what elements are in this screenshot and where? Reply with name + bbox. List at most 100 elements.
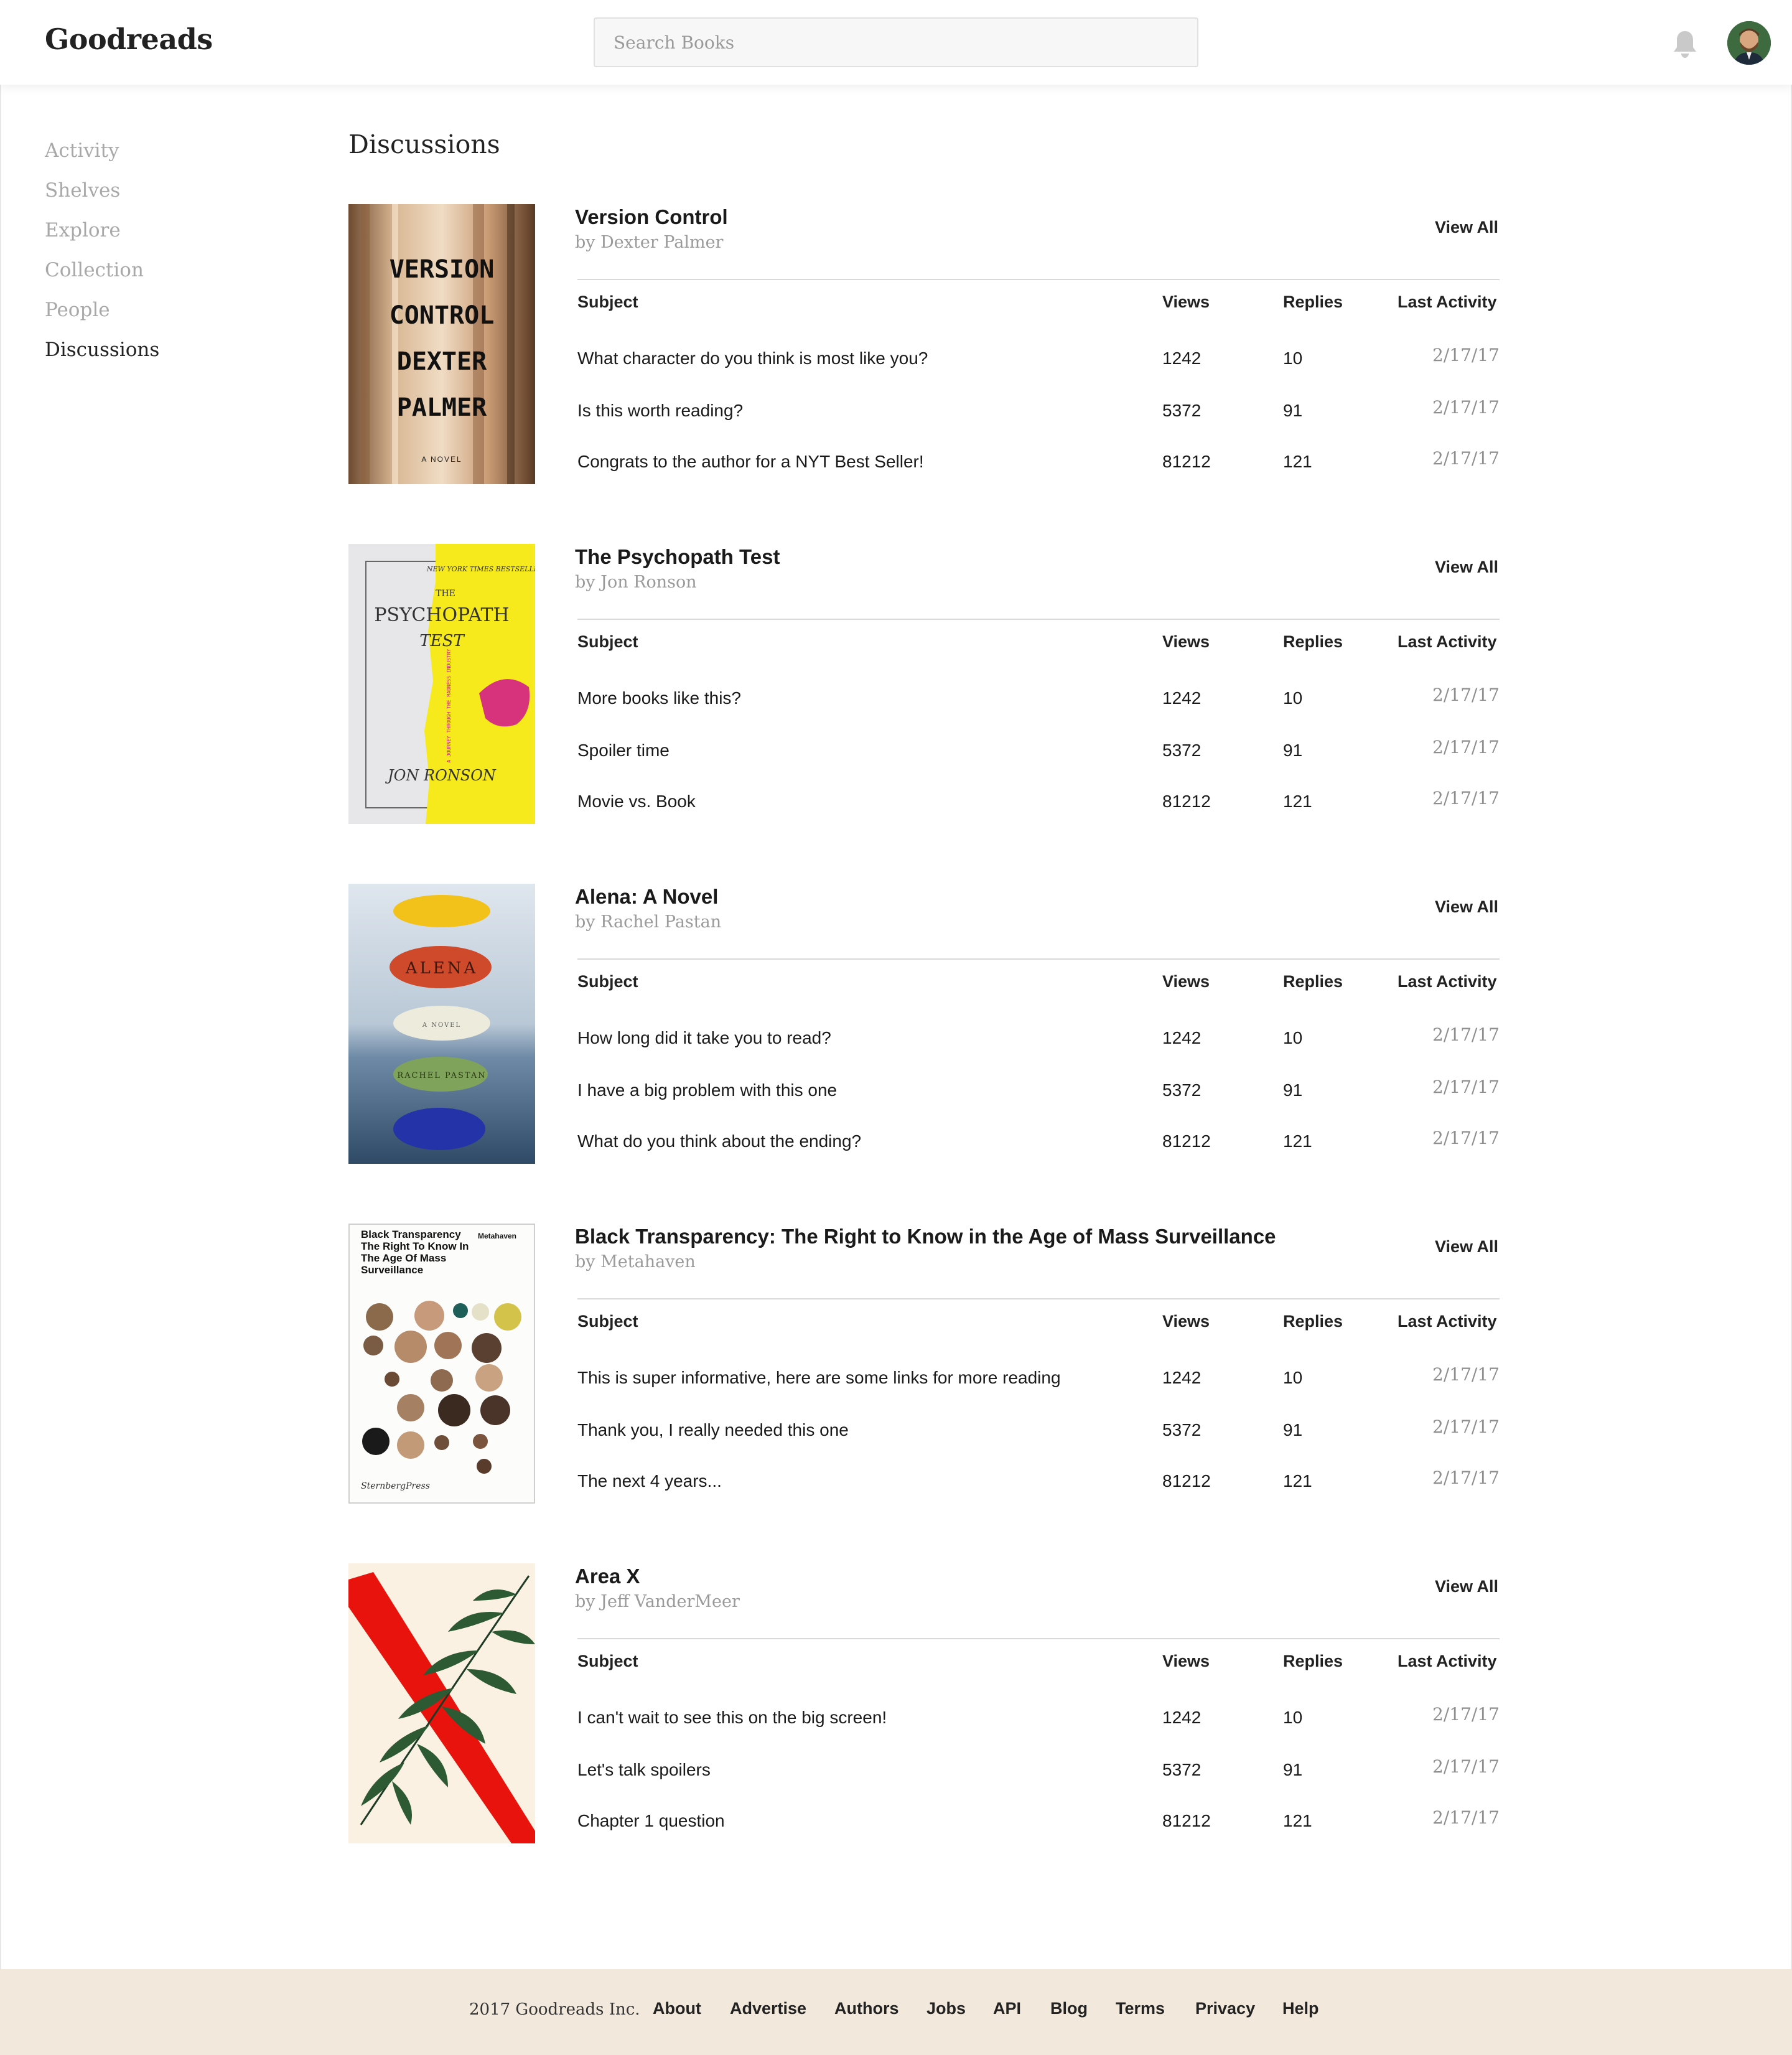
cover-text: RACHEL PASTAN xyxy=(397,1071,486,1080)
thread-subject[interactable]: This is super informative, here are some… xyxy=(577,1368,1061,1388)
book-cover[interactable] xyxy=(348,1563,535,1843)
thread-views: 81212 xyxy=(1162,1131,1211,1151)
thread-subject[interactable]: The next 4 years... xyxy=(577,1471,722,1491)
footer-link-about[interactable]: About xyxy=(653,1999,701,2018)
sidebar-item-people[interactable]: People xyxy=(45,295,159,335)
thread-replies: 121 xyxy=(1283,452,1312,471)
column-header-last-activity: Last Activity xyxy=(1398,293,1497,311)
thread-replies: 10 xyxy=(1283,1028,1303,1047)
footer-link-advertise[interactable]: Advertise xyxy=(730,1999,806,2018)
thread-subject[interactable]: What do you think about the ending? xyxy=(577,1131,861,1151)
thread-subject[interactable]: Thank you, I really needed this one xyxy=(577,1420,849,1440)
cover-text: Black Transparency The Right To Know In … xyxy=(361,1229,469,1276)
view-all-link[interactable]: View All xyxy=(1435,218,1498,237)
footer-link-jobs[interactable]: Jobs xyxy=(926,1999,966,2018)
thread-replies: 91 xyxy=(1283,741,1303,760)
thread-views: 5372 xyxy=(1162,1080,1202,1100)
book-author[interactable]: by Jeff VanderMeer xyxy=(575,1592,740,1611)
thread-subject[interactable]: Is this worth reading? xyxy=(577,401,743,421)
thread-last-activity: 2/17/17 xyxy=(1432,397,1500,418)
thread-replies: 91 xyxy=(1283,1420,1303,1439)
book-title[interactable]: Alena: A Novel xyxy=(575,885,718,909)
sidebar-item-shelves[interactable]: Shelves xyxy=(45,176,159,215)
column-header-subject: Subject xyxy=(577,972,638,991)
thread-replies: 91 xyxy=(1283,1760,1303,1779)
view-all-link[interactable]: View All xyxy=(1435,897,1498,917)
column-header-replies: Replies xyxy=(1283,1652,1343,1670)
footer-link-authors[interactable]: Authors xyxy=(834,1999,899,2018)
footer-link-api[interactable]: API xyxy=(993,1999,1021,2018)
cover-text: NEW YORK TIMES BESTSELLER xyxy=(426,565,535,573)
cover-text: JON RONSON xyxy=(385,767,497,784)
thread-last-activity: 2/17/17 xyxy=(1432,345,1500,365)
thread-replies: 91 xyxy=(1283,1080,1303,1100)
footer-link-blog[interactable]: Blog xyxy=(1050,1999,1088,2018)
thread-views: 5372 xyxy=(1162,741,1202,760)
thread-subject[interactable]: How long did it take you to read? xyxy=(577,1028,831,1048)
thread-last-activity: 2/17/17 xyxy=(1432,1807,1500,1828)
thread-last-activity: 2/17/17 xyxy=(1432,1704,1500,1725)
sidebar-item-activity[interactable]: Activity xyxy=(45,136,159,176)
footer-link-help[interactable]: Help xyxy=(1282,1999,1319,2018)
column-header-views: Views xyxy=(1162,293,1210,311)
column-header-replies: Replies xyxy=(1283,632,1343,651)
thread-last-activity: 2/17/17 xyxy=(1432,737,1500,757)
book-title[interactable]: Version Control xyxy=(575,205,728,229)
sidebar-item-explore[interactable]: Explore xyxy=(45,215,159,255)
thread-subject[interactable]: Spoiler time xyxy=(577,741,670,761)
thread-replies: 10 xyxy=(1283,688,1303,708)
thread-subject[interactable]: Movie vs. Book xyxy=(577,792,696,812)
logo[interactable]: Goodreads xyxy=(45,22,213,56)
thread-replies: 121 xyxy=(1283,792,1312,811)
book-author[interactable]: by Metahaven xyxy=(575,1252,696,1271)
book-title[interactable]: Area X xyxy=(575,1565,640,1588)
thread-last-activity: 2/17/17 xyxy=(1432,1077,1500,1097)
cover-text: THE xyxy=(436,589,455,599)
thread-views: 1242 xyxy=(1162,349,1202,368)
sidebar-item-discussions[interactable]: Discussions xyxy=(45,335,159,375)
book-author[interactable]: by Rachel Pastan xyxy=(575,912,721,932)
thread-last-activity: 2/17/17 xyxy=(1432,1364,1500,1385)
cover-text: Metahaven xyxy=(478,1232,516,1240)
view-all-link[interactable]: View All xyxy=(1435,1577,1498,1596)
book-author[interactable]: by Dexter Palmer xyxy=(575,233,723,252)
thread-last-activity: 2/17/17 xyxy=(1432,448,1500,469)
column-header-last-activity: Last Activity xyxy=(1398,632,1497,651)
thread-views: 1242 xyxy=(1162,688,1202,708)
book-cover[interactable]: NEW YORK TIMES BESTSELLER THE PSYCHOPATH… xyxy=(348,544,535,824)
thread-views: 5372 xyxy=(1162,1420,1202,1439)
search-input[interactable] xyxy=(595,19,1197,66)
thread-subject[interactable]: What character do you think is most like… xyxy=(577,349,928,368)
thread-replies: 121 xyxy=(1283,1131,1312,1151)
thread-subject[interactable]: I can't wait to see this on the big scre… xyxy=(577,1708,887,1728)
thread-subject[interactable]: More books like this? xyxy=(577,688,741,708)
thread-replies: 10 xyxy=(1283,1708,1303,1727)
thread-last-activity: 2/17/17 xyxy=(1432,1128,1500,1148)
book-cover[interactable]: ALENA A NOVEL RACHEL PASTAN xyxy=(348,884,535,1164)
sidebar-item-collection[interactable]: Collection xyxy=(45,255,159,295)
view-all-link[interactable]: View All xyxy=(1435,1237,1498,1257)
bell-icon[interactable] xyxy=(1671,29,1699,59)
thread-last-activity: 2/17/17 xyxy=(1432,685,1500,705)
sidebar-nav: Activity Shelves Explore Collection Peop… xyxy=(45,136,159,375)
footer-link-privacy[interactable]: Privacy xyxy=(1195,1999,1255,2018)
thread-subject[interactable]: I have a big problem with this one xyxy=(577,1080,837,1100)
book-title[interactable]: Black Transparency: The Right to Know in… xyxy=(575,1225,1276,1248)
avatar[interactable] xyxy=(1727,21,1771,65)
divider xyxy=(577,1638,1500,1639)
book-author[interactable]: by Jon Ronson xyxy=(575,573,697,592)
book-cover[interactable]: VERSION CONTROL DEXTER PALMER A NOVEL xyxy=(348,204,535,484)
thread-replies: 10 xyxy=(1283,349,1303,368)
book-cover[interactable]: Black Transparency The Right To Know In … xyxy=(348,1224,535,1504)
thread-replies: 91 xyxy=(1283,401,1303,420)
book-title[interactable]: The Psychopath Test xyxy=(575,545,780,569)
thread-subject[interactable]: Congrats to the author for a NYT Best Se… xyxy=(577,452,924,472)
footer-link-terms[interactable]: Terms xyxy=(1116,1999,1165,2018)
view-all-link[interactable]: View All xyxy=(1435,558,1498,577)
footer: 2017 Goodreads Inc. About Advertise Auth… xyxy=(0,1969,1792,2055)
thread-subject[interactable]: Let's talk spoilers xyxy=(577,1760,711,1780)
thread-subject[interactable]: Chapter 1 question xyxy=(577,1811,725,1831)
column-header-subject: Subject xyxy=(577,632,638,651)
page-title: Discussions xyxy=(348,129,500,159)
search-box[interactable] xyxy=(594,17,1198,67)
